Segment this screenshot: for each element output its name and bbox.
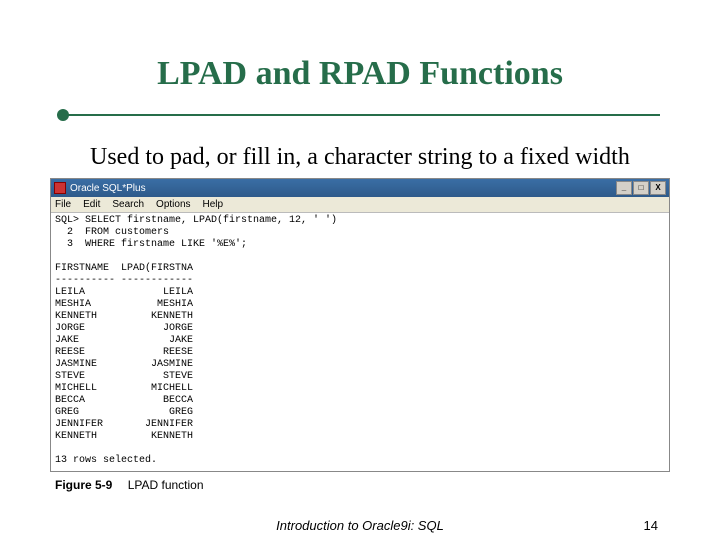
menu-file[interactable]: File — [55, 199, 71, 210]
title-rule — [60, 108, 660, 122]
body-text: Used to pad, or fill in, a character str… — [90, 142, 630, 172]
menu-help[interactable]: Help — [203, 199, 224, 210]
menu-edit[interactable]: Edit — [83, 199, 100, 210]
slide: LPAD and RPAD Functions Used to pad, or … — [0, 0, 720, 540]
close-button[interactable]: X — [650, 181, 666, 195]
maximize-button[interactable]: □ — [633, 181, 649, 195]
figure-caption: Figure 5-9 LPAD function — [55, 478, 665, 492]
slide-title: LPAD and RPAD Functions — [0, 55, 720, 93]
window-buttons: _ □ X — [616, 181, 666, 195]
console-output: SQL> SELECT firstname, LPAD(firstname, 1… — [51, 213, 669, 471]
figure-text: LPAD function — [128, 478, 204, 492]
figure-number: Figure 5-9 — [55, 478, 112, 492]
footer-center: Introduction to Oracle9i: SQL — [0, 518, 720, 533]
page-number: 14 — [644, 518, 658, 533]
menubar: File Edit Search Options Help — [51, 197, 669, 213]
rule-dot — [57, 109, 69, 121]
menu-options[interactable]: Options — [156, 199, 190, 210]
minimize-button[interactable]: _ — [616, 181, 632, 195]
titlebar: Oracle SQL*Plus _ □ X — [51, 179, 669, 197]
sqlplus-window: Oracle SQL*Plus _ □ X File Edit Search O… — [50, 178, 670, 472]
window-title: Oracle SQL*Plus — [70, 183, 616, 194]
app-icon — [54, 182, 66, 194]
rule-line — [60, 114, 660, 116]
menu-search[interactable]: Search — [112, 199, 144, 210]
